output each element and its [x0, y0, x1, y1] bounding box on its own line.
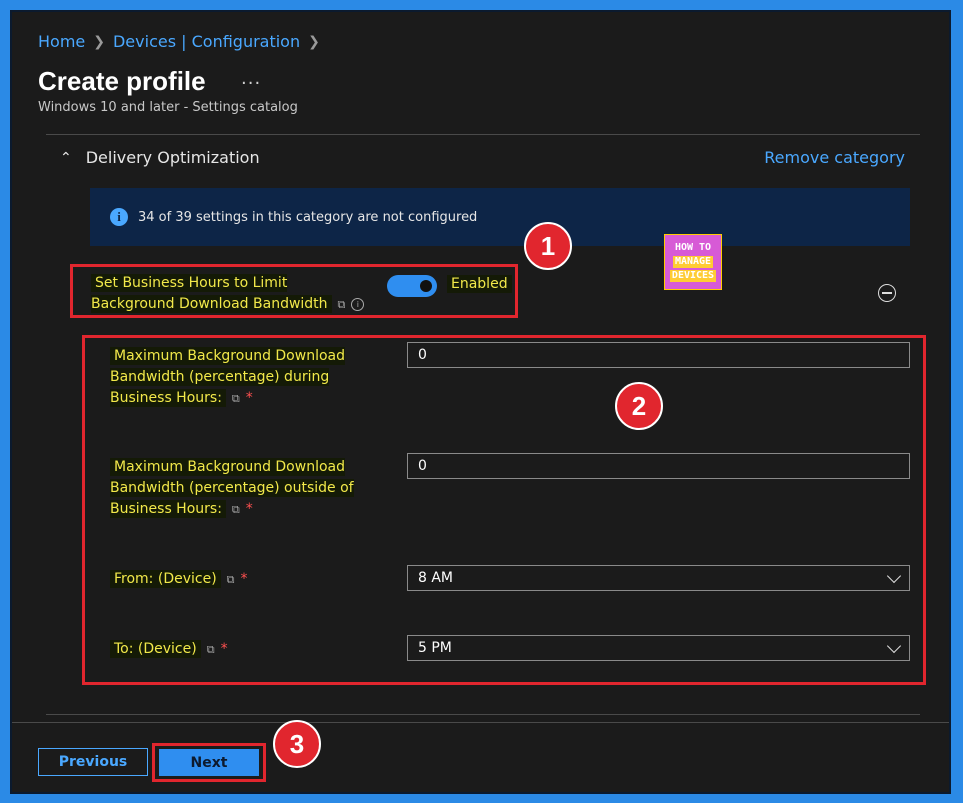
breadcrumb-home-link[interactable]: Home	[38, 32, 85, 51]
info-text: 34 of 39 settings in this category are n…	[138, 209, 478, 225]
divider	[46, 134, 920, 135]
next-button-highlight: Next	[152, 743, 266, 782]
toggle-knob	[420, 280, 432, 292]
info-circle-icon[interactable]: i	[351, 297, 365, 311]
copy-icon[interactable]: ⧉	[207, 639, 215, 660]
max-during-input[interactable]: 0	[407, 342, 910, 368]
remove-category-link[interactable]: Remove category	[764, 148, 905, 167]
required-marker: *	[245, 501, 253, 517]
logo-line-3: DEVICES	[669, 270, 717, 282]
remove-setting-icon[interactable]	[878, 284, 896, 302]
breadcrumb-devices-link[interactable]: Devices | Configuration	[113, 32, 300, 51]
required-marker: *	[240, 571, 248, 587]
copy-icon[interactable]: ⧉	[227, 569, 235, 590]
setting-label: Set Business Hours to Limit Background D…	[91, 274, 332, 313]
enabled-toggle[interactable]	[387, 275, 437, 297]
annotation-badge-3: 3	[273, 720, 321, 768]
copy-icon[interactable]: ⧉	[338, 294, 346, 315]
breadcrumb: Home ❯ Devices | Configuration ❯	[38, 32, 320, 51]
page-title: Create profile	[38, 66, 206, 96]
setting-business-hours-highlight: Set Business Hours to Limit Background D…	[70, 264, 518, 318]
copy-icon[interactable]: ⧉	[232, 388, 240, 409]
max-during-label: Maximum Background Download Bandwidth (p…	[110, 347, 345, 407]
chevron-down-icon[interactable]	[886, 568, 902, 584]
previous-button[interactable]: Previous	[38, 748, 148, 776]
chevron-up-icon[interactable]: ⌃	[60, 150, 72, 166]
max-outside-label-wrapper: Maximum Background Download Bandwidth (p…	[110, 457, 360, 520]
divider	[46, 714, 920, 715]
from-select-value: 8 AM	[418, 570, 454, 586]
category-title: Delivery Optimization	[85, 148, 260, 167]
copy-icon[interactable]: ⧉	[232, 499, 240, 520]
annotation-badge-1: 1	[524, 222, 572, 270]
logo-line-2: MANAGE	[672, 256, 714, 268]
to-select[interactable]: 5 PM	[407, 635, 910, 661]
chevron-right-icon: ❯	[93, 33, 105, 50]
info-icon: i	[110, 208, 128, 226]
more-options-button[interactable]: ...	[241, 68, 261, 89]
category-header[interactable]: ⌃ Delivery Optimization	[60, 148, 260, 167]
from-select[interactable]: 8 AM	[407, 565, 910, 591]
setting-label-wrapper: Set Business Hours to Limit Background D…	[91, 273, 371, 315]
to-label-wrapper: To: (Device) ⧉ *	[110, 639, 228, 660]
info-banner: i 34 of 39 settings in this category are…	[90, 188, 910, 246]
logo-line-1: HOW TO	[674, 242, 712, 253]
chevron-right-icon: ❯	[308, 33, 320, 50]
to-label: To: (Device)	[110, 640, 201, 658]
chevron-down-icon[interactable]	[886, 638, 902, 654]
to-select-value: 5 PM	[418, 640, 452, 656]
from-label-wrapper: From: (Device) ⧉ *	[110, 569, 248, 590]
footer-divider	[12, 722, 949, 723]
main-window: Home ❯ Devices | Configuration ❯ Create …	[10, 10, 951, 794]
max-outside-input[interactable]: 0	[407, 453, 910, 479]
toggle-state-label: Enabled	[447, 275, 512, 293]
required-marker: *	[245, 390, 253, 406]
page-subtitle: Windows 10 and later - Settings catalog	[38, 100, 298, 115]
from-label: From: (Device)	[110, 570, 221, 588]
next-button[interactable]: Next	[159, 749, 259, 776]
max-during-label-wrapper: Maximum Background Download Bandwidth (p…	[110, 346, 390, 409]
howto-manage-devices-logo: HOW TO MANAGE DEVICES	[664, 234, 722, 290]
required-marker: *	[220, 641, 228, 657]
